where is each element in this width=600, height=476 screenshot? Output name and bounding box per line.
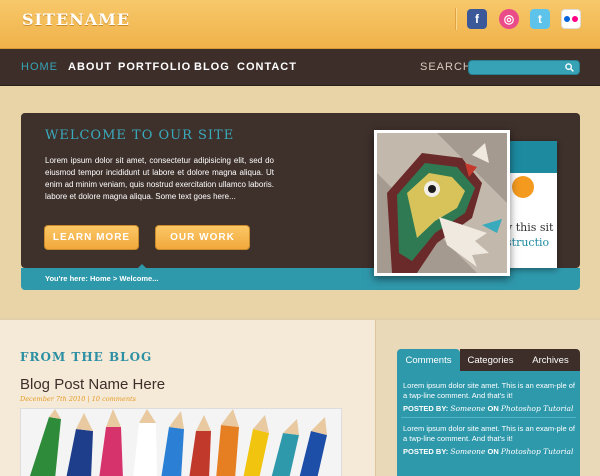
comment-item[interactable]: Lorem ipsum dolor site amet. This is an … [403, 424, 576, 457]
post-title[interactable]: Blog Post Name Here [20, 376, 165, 393]
facebook-icon[interactable]: f [467, 9, 487, 29]
comments-panel: Lorem ipsum dolor site amet. This is an … [397, 371, 580, 476]
tab-comments[interactable]: Comments [397, 349, 460, 371]
main-nav: HOME ABOUT PORTFOLIO BLOG CONTACT SEARCH [0, 49, 600, 86]
nav-contact[interactable]: CONTACT [237, 61, 297, 73]
slide-back-circle [512, 176, 534, 198]
hero-text: Lorem ipsum dolor sit amet, consectetur … [45, 156, 274, 201]
comment-post-link[interactable]: Photoshop Tutorial [501, 404, 574, 413]
nav-blog[interactable]: BLOG [194, 61, 230, 73]
twitter-icon[interactable]: t [530, 9, 550, 29]
comment-on-label: ON [487, 404, 499, 413]
totem-image [377, 133, 507, 273]
slide-back-text-1: y this sit [506, 221, 554, 234]
comment-text: Lorem ipsum dolor site amet. This is an … [403, 424, 576, 443]
nav-home[interactable]: HOME [21, 61, 58, 73]
search-box[interactable] [468, 60, 580, 75]
comment-byline: POSTED BY: Someone ON Photoshop Tutorial [403, 404, 576, 414]
comment-divider [401, 417, 576, 418]
nav-portfolio[interactable]: PORTFOLIO [118, 61, 191, 73]
site-header: SITENAME f ◎ t [0, 0, 600, 49]
site-logo[interactable]: SITENAME [22, 10, 130, 29]
post-meta[interactable]: December 7th 2010 | 10 comments [20, 395, 136, 403]
comment-author[interactable]: Someone [450, 447, 485, 456]
hero-title: WELCOME TO OUR SITE [45, 128, 235, 143]
learn-more-button[interactable]: LEARN MORE [44, 225, 139, 250]
header-divider [455, 8, 457, 30]
tab-categories[interactable]: Categories [460, 349, 521, 371]
colored-pencils-image [21, 409, 341, 476]
nav-about[interactable]: ABOUT [68, 61, 112, 73]
our-work-button[interactable]: OUR WORK [155, 225, 250, 250]
dribbble-icon[interactable]: ◎ [499, 9, 519, 29]
comment-byline: POSTED BY: Someone ON Photoshop Tutorial [403, 447, 576, 457]
comment-post-link[interactable]: Photoshop Tutorial [501, 447, 574, 456]
comment-by-label: POSTED BY: [403, 404, 449, 413]
search-input[interactable] [473, 61, 561, 74]
slide-image-front[interactable] [374, 130, 510, 276]
search-icon[interactable] [565, 63, 574, 72]
flickr-icon[interactable] [561, 9, 581, 29]
tab-archives[interactable]: Archives [521, 349, 580, 371]
comment-author[interactable]: Someone [450, 404, 485, 413]
slide-back-text-2: structio [506, 236, 550, 249]
blog-section-title: FROM THE BLOG [20, 350, 153, 364]
search-label: SEARCH [420, 61, 472, 73]
comment-on-label: ON [487, 447, 499, 456]
sidebar-tabs: Comments Categories Archives [397, 349, 580, 371]
post-image[interactable] [20, 408, 342, 476]
comment-item[interactable]: Lorem ipsum dolor site amet. This is an … [403, 381, 576, 414]
comment-text: Lorem ipsum dolor site amet. This is an … [403, 381, 576, 400]
breadcrumb[interactable]: You're here: Home > Welcome... [45, 274, 158, 283]
breadcrumb-pointer [138, 264, 146, 268]
comment-by-label: POSTED BY: [403, 447, 449, 456]
